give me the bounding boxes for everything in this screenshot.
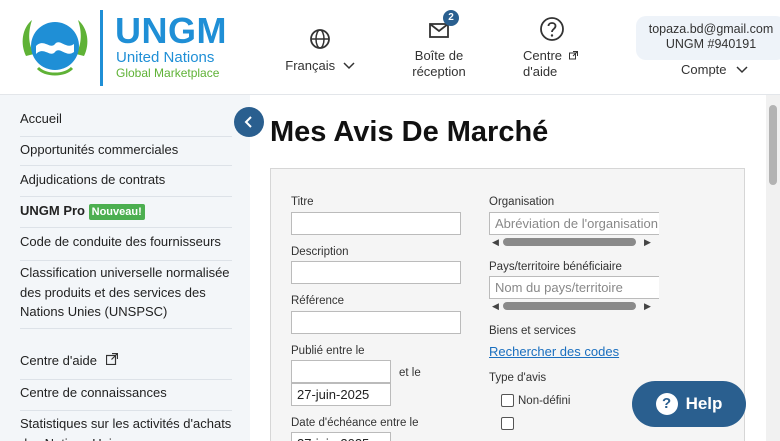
sidebar-item-accueil[interactable]: Accueil (20, 109, 232, 137)
help-button[interactable]: ? Help (632, 381, 746, 427)
titre-input[interactable] (291, 212, 461, 235)
inbox-label-line2: réception (412, 64, 466, 79)
logo-divider (100, 10, 103, 86)
scroll-right-icon[interactable]: ▶ (644, 236, 651, 248)
page-scrollbar-thumb[interactable] (769, 105, 777, 185)
sidebar: Accueil Opportunités commerciales Adjudi… (0, 95, 250, 441)
external-link-icon (568, 51, 578, 60)
scroll-right-icon[interactable]: ▶ (644, 300, 651, 312)
biens-label: Biens et services (489, 325, 576, 337)
organisation-label: Organisation (489, 196, 555, 208)
sidebar-item-code-conduite[interactable]: Code de conduite des fournisseurs (20, 232, 232, 261)
rechercher-codes-link[interactable]: Rechercher des codes (489, 344, 619, 360)
external-link-icon (105, 352, 118, 366)
type-avis-checkbox-2[interactable] (501, 417, 514, 430)
type-avis-label: Type d'avis (489, 372, 547, 384)
echeance-from-input[interactable]: 27-juin-2025 (291, 432, 391, 441)
scrollbar-thumb[interactable] (503, 238, 636, 246)
publie-to-input[interactable]: 27-juin-2025 (291, 383, 391, 406)
new-badge: Nouveau! (88, 204, 145, 220)
inbox-link[interactable]: 2 Boîte de réception (404, 10, 474, 80)
scroll-left-icon[interactable]: ◀ (492, 236, 499, 248)
reference-input[interactable] (291, 311, 461, 334)
et-le-label: et le (399, 367, 421, 379)
chevron-left-icon (244, 116, 252, 128)
description-label: Description (291, 246, 349, 258)
description-input[interactable] (291, 261, 461, 284)
sidebar-item-adjudications[interactable]: Adjudications de contrats (20, 170, 232, 197)
language-label: Français (285, 58, 336, 73)
account-info[interactable]: topaza.bd@gmail.com UNGM #940191 (636, 16, 780, 60)
echeance-label: Date d'échéance entre le (291, 417, 419, 429)
titre-label: Titre (291, 196, 314, 208)
pays-scrollbar[interactable]: ◀ ▶ (489, 300, 657, 312)
logo-title: UNGM (115, 10, 227, 51)
sidebar-item-centre-aide[interactable]: Centre d'aide (20, 351, 232, 380)
account-id: UNGM #940191 (665, 37, 757, 51)
inbox-icon-wrap: 2 (426, 10, 459, 40)
reference-label: Référence (291, 295, 345, 307)
organisation-input[interactable]: Abréviation de l'organisation (489, 212, 659, 235)
non-defini-checkbox[interactable] (501, 394, 514, 407)
sidebar-item-label: UNGM Pro (20, 203, 85, 218)
sidebar-item-opportunites[interactable]: Opportunités commerciales (20, 140, 232, 166)
scroll-left-icon[interactable]: ◀ (492, 300, 499, 312)
organisation-scrollbar[interactable]: ◀ ▶ (489, 236, 657, 248)
account-menu[interactable]: Compte (681, 62, 748, 77)
sidebar-collapse-button[interactable] (234, 107, 264, 137)
non-defini-label: Non-défini (518, 395, 571, 407)
help-button-label: Help (685, 394, 723, 413)
account-email: topaza.bd@gmail.com (648, 22, 774, 36)
scrollbar-thumb[interactable] (503, 302, 636, 310)
chevron-down-icon (736, 66, 748, 74)
question-icon (540, 17, 564, 41)
pays-input[interactable]: Nom du pays/territoire (489, 276, 659, 299)
sidebar-item-statistiques[interactable]: Statistiques sur les activités d'achats … (20, 414, 232, 441)
language-selector[interactable]: Français (282, 14, 358, 74)
inbox-label-line1: Boîte de (414, 48, 464, 63)
sidebar-item-ungm-pro[interactable]: UNGM Pro Nouveau! (20, 201, 232, 228)
publie-label: Publié entre le (291, 345, 365, 357)
sidebar-item-connaissances[interactable]: Centre de connaissances (20, 383, 232, 411)
logo-line2: Global Marketplace (116, 66, 220, 80)
sidebar-item-label: Centre d'aide (20, 353, 97, 368)
ungm-logo[interactable]: UNGM United Nations Global Marketplace (18, 10, 233, 86)
chevron-down-icon (343, 62, 355, 70)
un-emblem-icon (22, 20, 88, 76)
sidebar-item-unspsc[interactable]: Classification universelle normalisée de… (20, 263, 232, 329)
page-scrollbar[interactable] (766, 95, 780, 441)
header: UNGM United Nations Global Marketplace F… (0, 0, 780, 95)
logo-line1: United Nations (116, 49, 215, 66)
help-center-link[interactable]: Centre d'aide (518, 14, 586, 80)
globe-icon (310, 29, 330, 49)
account-label: Compte (681, 62, 727, 77)
page-title: Mes Avis De Marché (270, 116, 549, 148)
help-center-label-line1: Centre (523, 48, 563, 63)
question-icon: ? (655, 393, 678, 415)
inbox-count-badge: 2 (443, 10, 459, 26)
help-center-label-line2: d'aide (523, 64, 558, 79)
pays-label: Pays/territoire bénéficiaire (489, 261, 622, 273)
publie-from-input[interactable] (291, 360, 391, 383)
